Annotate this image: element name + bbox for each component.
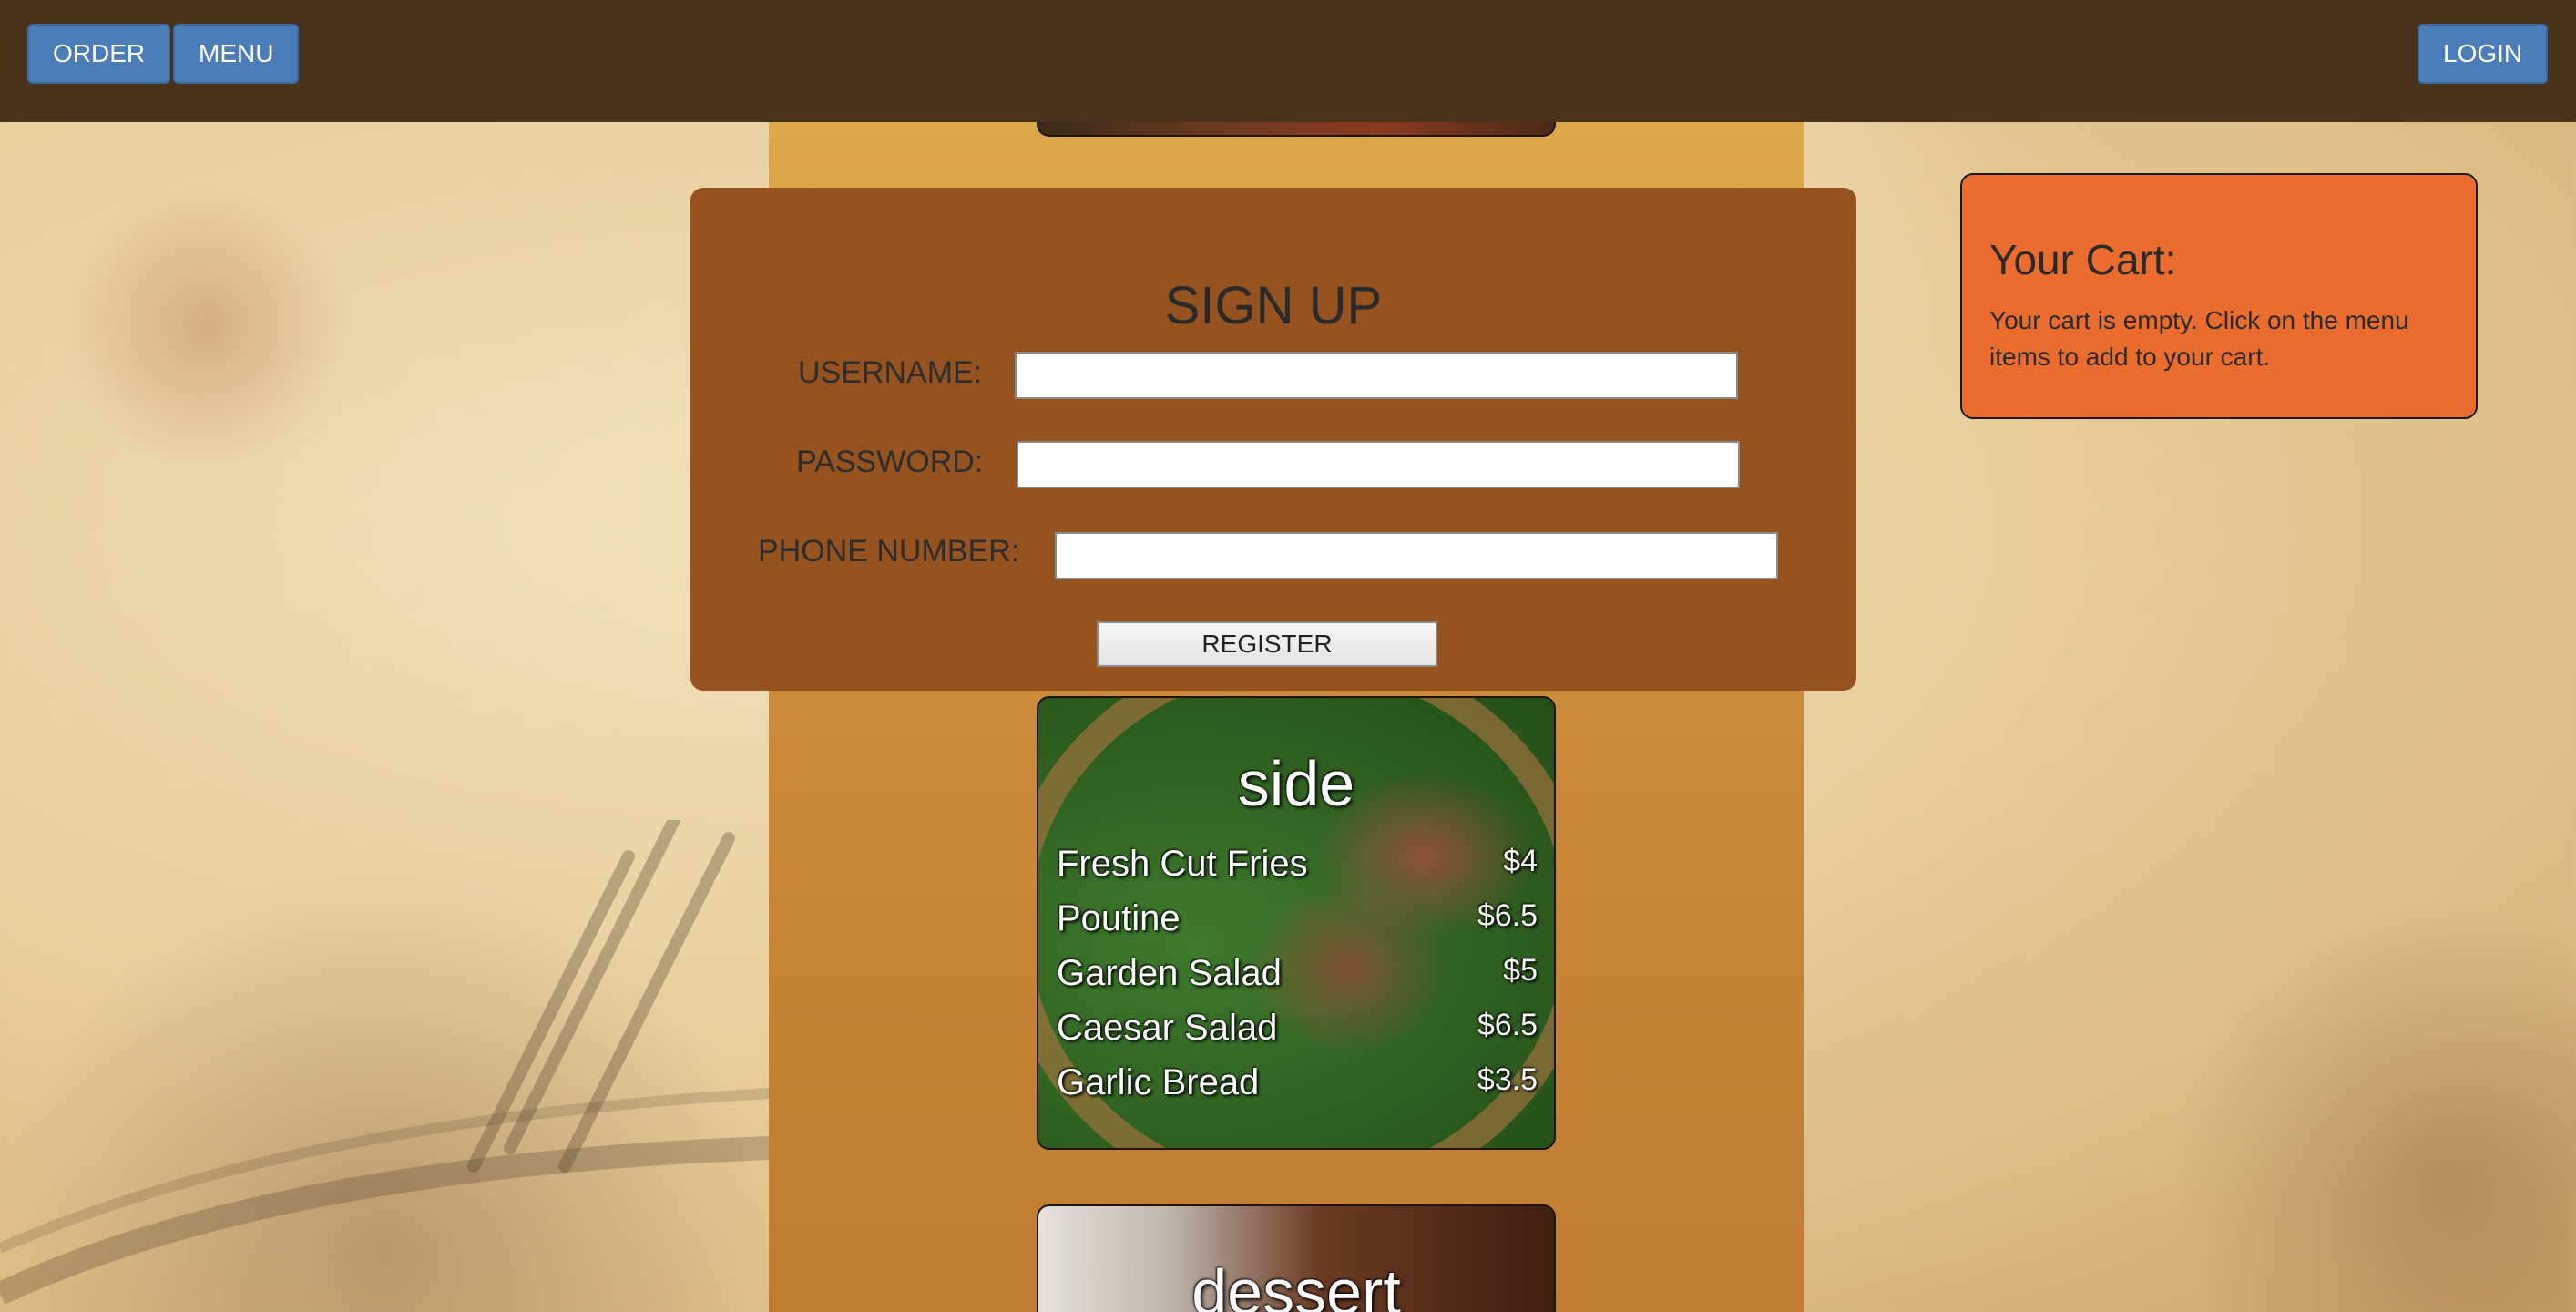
register-button[interactable]: REGISTER (1097, 621, 1437, 667)
menu-button[interactable]: MENU (173, 24, 300, 84)
cart-title: Your Cart: (1989, 236, 2177, 283)
login-button[interactable]: LOGIN (2418, 24, 2549, 84)
menu-item[interactable]: Caesar Salad $6.5 (1057, 1008, 1538, 1059)
menu-item-name: Garden Salad (1057, 953, 1282, 993)
username-field[interactable] (1015, 352, 1738, 399)
phone-number-label: PHONE NUMBER: (758, 534, 1020, 569)
username-label: USERNAME: (798, 355, 983, 390)
fork-illustration (0, 820, 770, 1305)
signup-panel: SIGN UP USERNAME: PASSWORD: PHONE NUMBER… (690, 188, 1856, 691)
menu-item-price: $3.5 (1477, 1062, 1538, 1097)
password-label: PASSWORD: (796, 445, 984, 479)
phone-number-field[interactable] (1055, 532, 1778, 579)
menu-card-title: side (1237, 748, 1355, 819)
menu-item-price: $5 (1503, 953, 1538, 988)
menu-item-name: Poutine (1057, 898, 1181, 938)
menu-item[interactable]: Garden Salad $5 (1057, 953, 1538, 1004)
menu-card-title: dessert (1191, 1256, 1401, 1312)
password-field[interactable] (1017, 441, 1740, 488)
menu-item-name: Garlic Bread (1057, 1062, 1260, 1102)
order-button[interactable]: ORDER (27, 24, 171, 84)
signup-title: SIGN UP (1164, 276, 1383, 335)
menu-item-price: $6.5 (1477, 1008, 1538, 1042)
menu-item[interactable]: Garlic Bread $3.5 (1057, 1062, 1538, 1113)
menu-item-price: $4 (1503, 844, 1538, 878)
menu-item[interactable]: Poutine $6.5 (1057, 898, 1538, 949)
menu-item-price: $6.5 (1477, 898, 1538, 933)
cart-empty-message: Your cart is empty. Click on the menu it… (1989, 306, 2409, 371)
menu-item-name: Fresh Cut Fries (1057, 844, 1308, 884)
cart-panel: Your Cart: Your cart is empty. Click on … (1960, 173, 2478, 419)
top-navbar: ORDER MENU LOGIN (0, 0, 2576, 122)
menu-card-dessert[interactable]: dessert (1037, 1204, 1556, 1312)
menu-card-side[interactable]: side Fresh Cut Fries $4 Poutine $6.5 Gar… (1037, 696, 1556, 1150)
menu-item-name: Caesar Salad (1057, 1008, 1278, 1048)
menu-item[interactable]: Fresh Cut Fries $4 (1057, 844, 1538, 895)
